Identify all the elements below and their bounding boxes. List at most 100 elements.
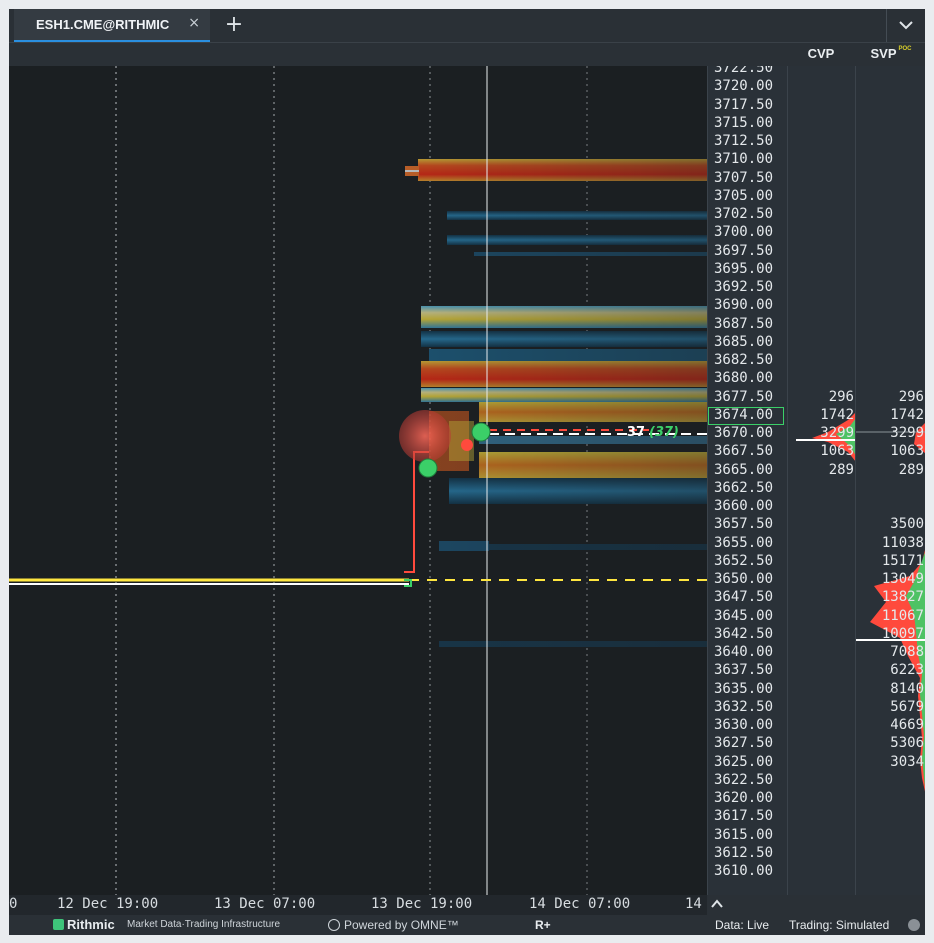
cvp-label: CVP bbox=[807, 46, 835, 61]
cvp-histogram bbox=[796, 412, 856, 462]
price-level[interactable]: 3660.00 bbox=[714, 498, 773, 514]
powered-by: Powered by OMNE™ bbox=[344, 918, 459, 932]
time-label: 13 Dec 07:00 bbox=[214, 896, 316, 912]
liquidity-bands bbox=[9, 66, 707, 895]
price-level[interactable]: 3685.00 bbox=[714, 334, 773, 350]
price-level[interactable]: 3650.00 bbox=[714, 571, 773, 587]
connection-indicator[interactable] bbox=[908, 919, 920, 931]
svp-volume: 5306 bbox=[890, 735, 924, 752]
time-label: 14 Dec 07:00 bbox=[529, 896, 631, 912]
time-label: 12 Dec 19:00 bbox=[57, 896, 159, 912]
omne-logo-icon bbox=[328, 919, 340, 931]
price-level[interactable]: 3642.50 bbox=[714, 626, 773, 642]
cvp-volume: 3299 bbox=[820, 425, 854, 441]
price-level[interactable]: 3665.00 bbox=[714, 462, 773, 478]
price-ladder[interactable]: 3722.50 3720.00 3717.50 3715.00 3712.50 3710.… bbox=[707, 66, 788, 895]
price-level[interactable]: 3662.50 bbox=[714, 480, 773, 496]
cvp-column: 296 1742 3299 1063 289 bbox=[787, 66, 856, 895]
price-level[interactable]: 3717.50 bbox=[714, 97, 773, 113]
svp-volume: 11067 bbox=[881, 607, 924, 624]
price-level[interactable]: 3637.50 bbox=[714, 662, 773, 678]
cvp-volume: 1742 bbox=[820, 406, 854, 423]
price-level[interactable]: 3682.50 bbox=[714, 352, 773, 368]
price-level[interactable]: 3620.00 bbox=[714, 790, 773, 806]
status-footer: Rithmic Market Data·Trading Infrastructu… bbox=[9, 915, 925, 935]
price-level[interactable]: 3705.00 bbox=[714, 188, 773, 204]
price-level[interactable]: 3610.00 bbox=[714, 863, 773, 879]
price-level[interactable]: 3617.50 bbox=[714, 808, 773, 824]
svp-volume: 7088 bbox=[890, 644, 924, 660]
price-level[interactable]: 3695.00 bbox=[714, 261, 773, 277]
price-level[interactable]: 3615.00 bbox=[714, 827, 773, 843]
price-level[interactable]: 3640.00 bbox=[714, 644, 773, 660]
price-level[interactable]: 3652.50 bbox=[714, 553, 773, 569]
cvp-header[interactable]: CVP bbox=[787, 46, 855, 61]
price-level[interactable]: 3670.00 bbox=[714, 425, 773, 441]
price-level[interactable]: 3692.50 bbox=[714, 279, 773, 295]
heatmap-chart[interactable]: 37 (37) bbox=[9, 66, 707, 895]
chevron-down-icon bbox=[899, 21, 913, 30]
svp-label: SVP bbox=[870, 46, 897, 61]
price-level[interactable]: 3722.50 bbox=[714, 66, 773, 76]
price-level[interactable]: 3702.50 bbox=[714, 206, 773, 222]
tab-esh1[interactable]: ESH1.CME@RITHMIC × bbox=[14, 9, 210, 42]
price-level[interactable]: 3622.50 bbox=[714, 772, 773, 788]
price-level[interactable]: 3710.00 bbox=[714, 151, 773, 167]
price-level[interactable]: 3690.00 bbox=[714, 297, 773, 313]
last-trade-cumulative: (37) bbox=[649, 425, 679, 440]
buy-bubble[interactable] bbox=[471, 422, 491, 442]
svp-volume: 5679 bbox=[890, 698, 924, 715]
close-icon[interactable]: × bbox=[188, 15, 200, 31]
chevron-up-icon[interactable] bbox=[711, 898, 723, 913]
price-level[interactable]: 3635.00 bbox=[714, 681, 773, 697]
svp-volume: 13049 bbox=[881, 571, 924, 587]
price-level[interactable]: 3680.00 bbox=[714, 370, 773, 386]
poc-tag: POC bbox=[898, 46, 912, 52]
price-level[interactable]: 3667.50 bbox=[714, 443, 773, 459]
price-level[interactable]: 3645.00 bbox=[714, 608, 773, 624]
price-level[interactable]: 3700.00 bbox=[714, 224, 773, 240]
svp-volume: 1063 bbox=[890, 443, 924, 460]
svp-histogram bbox=[856, 423, 925, 792]
time-axis[interactable]: 0 12 Dec 19:00 13 Dec 07:00 13 Dec 19:00 14 … bbox=[9, 895, 707, 915]
price-level[interactable]: 3687.50 bbox=[714, 316, 773, 332]
price-level[interactable]: 3657.50 bbox=[714, 516, 773, 532]
svp-volume: 8140 bbox=[890, 680, 924, 697]
svp-volume: 3500 bbox=[890, 516, 924, 533]
price-level[interactable]: 3677.50 bbox=[714, 389, 773, 405]
tab-menu-button[interactable] bbox=[886, 9, 925, 42]
trading-status: Trading: Simulated bbox=[789, 918, 890, 932]
rithmic-logo-icon bbox=[53, 919, 64, 930]
buy-bubble[interactable] bbox=[418, 458, 438, 478]
app-window: ESH1.CME@RITHMIC × + CVP SVP POC 37 (37)… bbox=[9, 9, 925, 935]
sell-bubble[interactable] bbox=[461, 439, 473, 451]
price-level[interactable]: 3697.50 bbox=[714, 243, 773, 259]
tab-label: ESH1.CME@RITHMIC bbox=[36, 17, 170, 32]
sell-bubble-large[interactable] bbox=[399, 410, 451, 462]
cvp-volume: 296 bbox=[828, 388, 854, 405]
time-label: 14 bbox=[685, 896, 702, 912]
price-level[interactable]: 3647.50 bbox=[714, 589, 773, 605]
svp-volume: 11038 bbox=[881, 534, 924, 551]
svp-volume: 15171 bbox=[881, 552, 924, 569]
price-level[interactable]: 3627.50 bbox=[714, 735, 773, 751]
price-level[interactable]: 3715.00 bbox=[714, 115, 773, 131]
svp-volume: 13827 bbox=[881, 589, 924, 606]
cvp-volume: 289 bbox=[828, 461, 854, 478]
svp-volume: 3034 bbox=[890, 753, 924, 770]
svp-volume: 1742 bbox=[890, 406, 924, 423]
rplus-badge: R+ bbox=[535, 918, 551, 932]
brand-name: Rithmic bbox=[67, 917, 115, 932]
svp-header[interactable]: SVP POC bbox=[857, 46, 925, 61]
price-level[interactable]: 3674.00 bbox=[714, 407, 773, 423]
tab-bar: ESH1.CME@RITHMIC × + bbox=[9, 9, 925, 43]
add-tab-button[interactable]: + bbox=[216, 11, 252, 39]
price-level[interactable]: 3630.00 bbox=[714, 717, 773, 733]
price-level[interactable]: 3707.50 bbox=[714, 170, 773, 186]
price-level[interactable]: 3720.00 bbox=[714, 78, 773, 94]
price-level[interactable]: 3655.00 bbox=[714, 535, 773, 551]
price-level[interactable]: 3612.50 bbox=[714, 845, 773, 861]
price-level[interactable]: 3712.50 bbox=[714, 133, 773, 149]
price-level[interactable]: 3625.00 bbox=[714, 754, 773, 770]
price-level[interactable]: 3632.50 bbox=[714, 699, 773, 715]
